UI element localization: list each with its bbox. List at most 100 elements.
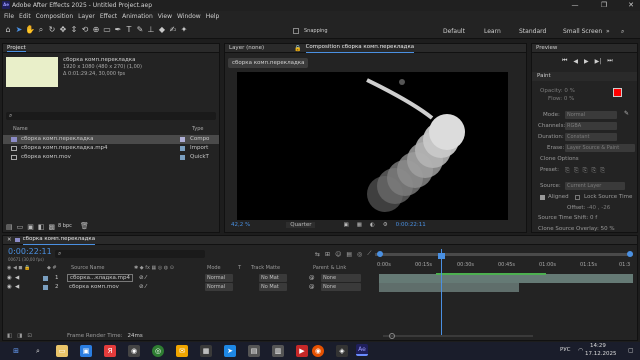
- trash-icon[interactable]: 🗑: [80, 222, 89, 230]
- eye-icon[interactable]: ◉: [7, 283, 12, 292]
- minimize-button[interactable]: —: [570, 1, 580, 10]
- time-ruler[interactable]: 0:00s 00:15s 00:30s 00:45s 01:00s 01:15s…: [375, 249, 633, 271]
- eye-icon[interactable]: ◉: [7, 274, 12, 283]
- workspace-overflow-icon[interactable]: »: [606, 28, 610, 35]
- project-item[interactable]: сборка комп.переклад‌ка.mp4 Import: [3, 144, 219, 153]
- project-item[interactable]: сборка комп.переклад‌ка Compo: [3, 135, 219, 144]
- workspace-default[interactable]: Default: [443, 28, 465, 35]
- duration-dropdown[interactable]: Constant: [565, 133, 617, 141]
- yandex-icon[interactable]: Я: [104, 345, 116, 357]
- erase-dropdown[interactable]: Layer Source & Paint: [565, 144, 635, 152]
- shy-layers-icon[interactable]: ☺: [335, 251, 341, 258]
- layer-mode-dropdown[interactable]: Normal: [205, 274, 233, 282]
- timeline-search-input[interactable]: ⌕: [55, 250, 205, 258]
- layer-2-track-bar[interactable]: [379, 283, 519, 292]
- mode-header[interactable]: Mode: [207, 265, 221, 271]
- search-help-icon[interactable]: ⌕: [621, 28, 624, 36]
- prev-frame-icon[interactable]: ◀: [573, 58, 578, 65]
- workspace-learn[interactable]: Learn: [484, 28, 501, 35]
- clone-preset-1-icon[interactable]: ⎘: [565, 167, 570, 175]
- layer-row[interactable]: ◉ ◀ 2 сборка комп.mov ⊘ ⁄ Normal No Mat …: [3, 283, 375, 292]
- zoom-slider-handle[interactable]: [389, 333, 395, 339]
- zoom-level[interactable]: 42,2 %: [231, 222, 250, 228]
- chrome-icon[interactable]: ◎: [152, 345, 164, 357]
- rotate-tool-icon[interactable]: ⟲: [80, 25, 90, 35]
- mail-icon[interactable]: ✉: [176, 345, 188, 357]
- lock-icon[interactable]: 🔒: [294, 44, 301, 53]
- restore-button[interactable]: ❐: [599, 1, 609, 10]
- menu-window[interactable]: Window: [177, 13, 201, 20]
- new-comp-icon[interactable]: ▣: [27, 223, 34, 231]
- eraser-tool-icon[interactable]: ◆: [157, 25, 167, 35]
- roto-tool-icon[interactable]: ✍: [168, 25, 178, 35]
- close-button[interactable]: ✕: [626, 1, 636, 10]
- work-area-start-handle[interactable]: [377, 251, 383, 257]
- region-icon[interactable]: ▣: [343, 222, 348, 228]
- layer-mode-dropdown[interactable]: Normal: [205, 283, 233, 291]
- column-name-header[interactable]: Name: [13, 126, 28, 132]
- zoom-slider[interactable]: [383, 335, 533, 337]
- clone-preset-3-icon[interactable]: ⎘: [583, 167, 588, 175]
- wifi-icon[interactable]: ◠: [578, 347, 583, 354]
- first-frame-icon[interactable]: ⏮: [562, 57, 567, 65]
- layer-matte-dropdown[interactable]: No Mat: [259, 283, 287, 291]
- timeline-timecode[interactable]: 0:00:22:11: [8, 247, 52, 256]
- aligned-checkbox[interactable]: [540, 195, 545, 200]
- adjust-icon[interactable]: ◧: [38, 223, 45, 231]
- workspace-standard[interactable]: Standard: [519, 28, 546, 35]
- clone-preset-2-icon[interactable]: ⎘: [574, 167, 579, 175]
- app4-icon[interactable]: ▶: [296, 345, 308, 357]
- comp-breadcrumb[interactable]: сборка комп.переклад‌ка: [228, 58, 309, 68]
- store-icon[interactable]: ▣: [80, 345, 92, 357]
- label-color-swatch[interactable]: [180, 146, 185, 151]
- rectangle-tool-icon[interactable]: ▭: [102, 25, 112, 35]
- clone-overlay-option[interactable]: Clone Source Overlay: 50 %: [538, 224, 615, 232]
- layer-label-color[interactable]: [43, 285, 48, 290]
- clone-tool-icon[interactable]: ⊥: [146, 25, 156, 35]
- layer-1-track-bar[interactable]: [379, 274, 633, 283]
- puppet-tool-icon[interactable]: ✦: [179, 25, 189, 35]
- play-icon[interactable]: ▶: [584, 58, 589, 65]
- graph-editor-icon[interactable]: ⟋: [367, 250, 371, 258]
- pickwhip-icon[interactable]: @: [309, 274, 315, 283]
- interpret-footage-icon[interactable]: ▤: [6, 223, 13, 231]
- playhead-handle[interactable]: [438, 253, 446, 259]
- playhead[interactable]: [441, 249, 443, 335]
- toggle-in-out-icon[interactable]: ⊡: [27, 333, 32, 339]
- new-folder-icon[interactable]: ▭: [17, 223, 24, 231]
- start-icon[interactable]: ⊞: [10, 345, 22, 357]
- layer-switches-icon[interactable]: ⊘ ⁄: [139, 283, 146, 292]
- type-tool-icon[interactable]: T: [124, 25, 134, 35]
- viewer-timecode[interactable]: 0:00:22:11: [396, 222, 426, 228]
- offset-value[interactable]: -40 , -26: [587, 203, 610, 213]
- layer-label-color[interactable]: [43, 276, 48, 281]
- clock-date[interactable]: 17.12.2025: [585, 351, 617, 357]
- project-search-input[interactable]: ⌕: [6, 112, 216, 120]
- column-type-header[interactable]: Type: [192, 126, 203, 132]
- foreground-color-swatch[interactable]: [613, 88, 622, 97]
- toggle-transfer-icon[interactable]: ◨: [17, 333, 22, 339]
- snapping-checkbox[interactable]: [293, 28, 299, 34]
- grid-icon[interactable]: ▦: [357, 222, 362, 228]
- dolly-tool-icon[interactable]: ⇕: [69, 25, 79, 35]
- last-frame-icon[interactable]: ⏭: [607, 57, 612, 65]
- composition-canvas[interactable]: [237, 72, 508, 220]
- taskbar-search-icon[interactable]: ⌕: [32, 345, 44, 357]
- pen-tool-icon[interactable]: ✒: [113, 25, 123, 35]
- next-frame-icon[interactable]: ▶|: [595, 58, 602, 65]
- bit-depth-button[interactable]: 8 bpc: [58, 223, 72, 229]
- layer-matte-dropdown[interactable]: No Mat: [259, 274, 287, 282]
- layer-parent-dropdown[interactable]: None: [321, 283, 361, 291]
- file-explorer-icon[interactable]: ▭: [56, 345, 68, 357]
- clock-time[interactable]: 14:29: [590, 343, 606, 349]
- channels-dropdown[interactable]: RGBA: [565, 122, 617, 130]
- project-item[interactable]: сборка комп.mov QuickT: [3, 153, 219, 162]
- mask-icon[interactable]: ◐: [370, 222, 375, 228]
- menu-effect[interactable]: Effect: [100, 13, 117, 20]
- channel-icon[interactable]: ⚙: [383, 222, 388, 228]
- frame-blending-icon[interactable]: ▤: [346, 251, 352, 258]
- menu-file[interactable]: File: [4, 13, 14, 20]
- layer-row[interactable]: ◉ ◀ 1 сборка...кладка.mp4 ⊘ ⁄ Normal No …: [3, 274, 375, 283]
- after-effects-taskbar-icon[interactable]: Ae: [356, 344, 368, 356]
- project-tab[interactable]: Project: [7, 45, 26, 52]
